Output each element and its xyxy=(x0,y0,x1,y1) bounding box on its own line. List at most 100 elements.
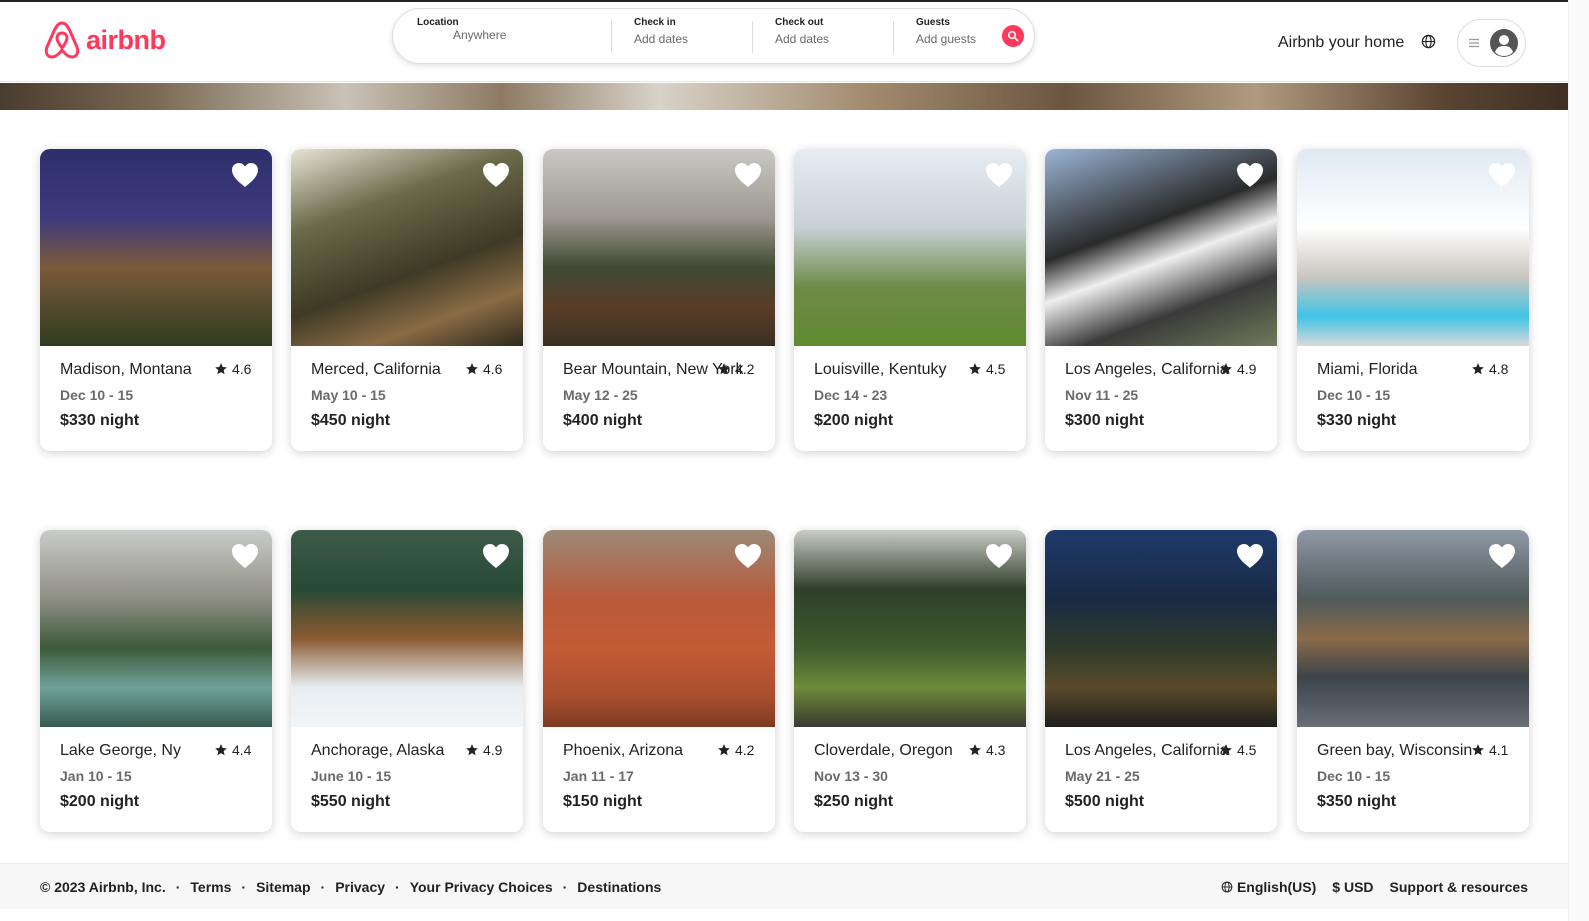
listing-dates: Jan 10 - 15 xyxy=(60,768,132,784)
heart-icon[interactable] xyxy=(733,161,763,189)
rating-value: 4.6 xyxy=(232,361,252,377)
star-icon xyxy=(1472,363,1484,375)
location-label: Location xyxy=(417,17,459,28)
listing-rating: 4.1 xyxy=(1471,742,1508,758)
checkin-field[interactable]: Check in Add dates xyxy=(634,17,744,57)
listing-location: Cloverdale, Oregon xyxy=(814,742,953,759)
search-bar: Location Anywhere Check in Add dates Che… xyxy=(392,8,1035,64)
listing-card[interactable]: Bear Mountain, New York 4.2 May 12 - 25 $40… xyxy=(543,149,775,451)
footer-link-sitemap[interactable]: Sitemap xyxy=(256,879,310,895)
heart-icon[interactable] xyxy=(481,542,511,570)
separator-dot: · xyxy=(562,879,568,895)
listing-dates: Dec 10 - 15 xyxy=(60,387,134,403)
heart-icon[interactable] xyxy=(1487,161,1517,189)
language-label: English(US) xyxy=(1236,879,1317,895)
listing-card[interactable]: Merced, California 4.6 May 10 - 15 $450 nig… xyxy=(291,149,523,451)
language-button[interactable] xyxy=(1421,34,1436,54)
listing-price: $550 night xyxy=(311,793,391,810)
checkin-value: Add dates xyxy=(634,32,689,46)
guests-field[interactable]: Guests Add guests xyxy=(916,17,996,57)
rating-value: 4.4 xyxy=(232,742,252,758)
user-menu-button[interactable] xyxy=(1457,19,1526,67)
guests-label: Guests xyxy=(916,17,950,28)
footer-link-terms[interactable]: Terms xyxy=(190,879,231,895)
listing-rating: 4.5 xyxy=(968,361,1005,377)
heart-icon[interactable] xyxy=(984,542,1014,570)
listing-card[interactable]: Los Angeles, California 4.9 Nov 11 - 25 $30… xyxy=(1045,149,1277,451)
listing-location: Phoenix, Arizona xyxy=(563,742,684,759)
star-icon xyxy=(718,363,730,375)
listing-location: Louisville, Kentuky xyxy=(814,361,947,378)
footer-link-privacy[interactable]: Privacy xyxy=(335,879,385,895)
footer-links: © 2023 Airbnb, Inc. · Terms · Sitemap · … xyxy=(40,879,671,895)
listing-dates: Dec 10 - 15 xyxy=(1317,768,1391,784)
heart-icon[interactable] xyxy=(733,542,763,570)
listing-dates: Dec 10 - 15 xyxy=(1317,387,1391,403)
star-icon xyxy=(969,744,981,756)
heart-icon[interactable] xyxy=(984,161,1014,189)
listing-price: $150 night xyxy=(563,793,643,810)
listing-card[interactable]: Los Angeles, California 4.5 May 21 - 25 $50… xyxy=(1045,530,1277,832)
listing-card[interactable]: Green bay, Wisconsin 4.1 Dec 10 - 15 $350 n… xyxy=(1297,530,1529,832)
globe-icon xyxy=(1421,34,1436,49)
globe-icon xyxy=(1221,881,1233,893)
listing-dates: Jan 11 - 17 xyxy=(563,768,634,784)
listing-dates: Nov 11 - 25 xyxy=(1065,387,1139,403)
logo-text: airbnb xyxy=(86,24,166,55)
listing-dates: May 10 - 15 xyxy=(311,387,386,403)
avatar-icon xyxy=(1490,29,1518,57)
listing-rating: 4.6 xyxy=(214,361,251,377)
heart-icon[interactable] xyxy=(1235,542,1265,570)
listing-price: $330 night xyxy=(1317,412,1397,429)
checkout-field[interactable]: Check out Add dates xyxy=(775,17,885,57)
listing-dates: Dec 14 - 23 xyxy=(814,387,888,403)
listing-price: $500 night xyxy=(1065,793,1145,810)
listing-card[interactable]: Louisville, Kentuky 4.5 Dec 14 - 23 $200 ni… xyxy=(794,149,1026,451)
listing-price: $200 night xyxy=(814,412,894,429)
listing-dates: Nov 13 - 30 xyxy=(814,768,888,784)
listing-rating: 4.9 xyxy=(465,742,502,758)
separator-dot: · xyxy=(241,879,247,895)
heart-icon[interactable] xyxy=(1235,161,1265,189)
checkout-value: Add dates xyxy=(775,32,830,46)
heart-icon[interactable] xyxy=(230,542,260,570)
heart-icon[interactable] xyxy=(1487,542,1517,570)
page-scrollbar[interactable] xyxy=(1568,0,1589,921)
listing-card[interactable]: Lake George, Ny 4.4 Jan 10 - 15 $200 night xyxy=(40,530,272,832)
support-link[interactable]: Support & resources xyxy=(1390,879,1528,895)
listing-card[interactable]: Miami, Florida 4.8 Dec 10 - 15 $330 night xyxy=(1297,149,1529,451)
listing-card[interactable]: Madison, Montana 4.6 Dec 10 - 15 $330 night xyxy=(40,149,272,451)
listing-price: $350 night xyxy=(1317,793,1397,810)
listing-price: $200 night xyxy=(60,793,140,810)
star-icon xyxy=(215,744,227,756)
copyright-text: © 2023 Airbnb, Inc. xyxy=(40,879,166,895)
location-value: Anywhere xyxy=(453,28,507,42)
star-icon xyxy=(215,363,227,375)
footer-link-privacy-choices[interactable]: Your Privacy Choices xyxy=(410,879,553,895)
listing-rating: 4.4 xyxy=(214,742,251,758)
language-selector[interactable]: English(US) xyxy=(1221,879,1316,895)
star-icon xyxy=(466,744,478,756)
rating-value: 4.9 xyxy=(483,742,503,758)
guests-value: Add guests xyxy=(916,32,977,46)
listing-card[interactable]: Cloverdale, Oregon 4.3 Nov 13 - 30 $250 nig… xyxy=(794,530,1026,832)
menu-icon xyxy=(1469,38,1479,48)
heart-icon[interactable] xyxy=(230,161,260,189)
listing-location: Lake George, Ny xyxy=(60,742,181,759)
currency-selector[interactable]: $ USD xyxy=(1332,879,1373,895)
listing-card[interactable]: Phoenix, Arizona 4.2 Jan 11 - 17 $150 night xyxy=(543,530,775,832)
listing-card[interactable]: Anchorage, Alaska 4.9 June 10 - 15 $550 nig… xyxy=(291,530,523,832)
listing-location: Merced, California xyxy=(311,361,441,378)
search-button[interactable] xyxy=(1002,25,1024,47)
location-field[interactable]: Location Anywhere xyxy=(417,17,607,57)
rating-value: 4.2 xyxy=(735,742,755,758)
listing-rating: 4.2 xyxy=(717,742,754,758)
footer-link-destinations[interactable]: Destinations xyxy=(577,879,661,895)
rating-value: 4.8 xyxy=(1489,361,1509,377)
listing-price: $400 night xyxy=(563,412,643,429)
heart-icon[interactable] xyxy=(481,161,511,189)
airbnb-logo[interactable]: airbnb xyxy=(44,20,166,60)
search-divider xyxy=(752,21,753,53)
airbnb-your-home-link[interactable]: Airbnb your home xyxy=(1278,34,1404,52)
listing-location: Los Angeles, California xyxy=(1065,361,1229,378)
